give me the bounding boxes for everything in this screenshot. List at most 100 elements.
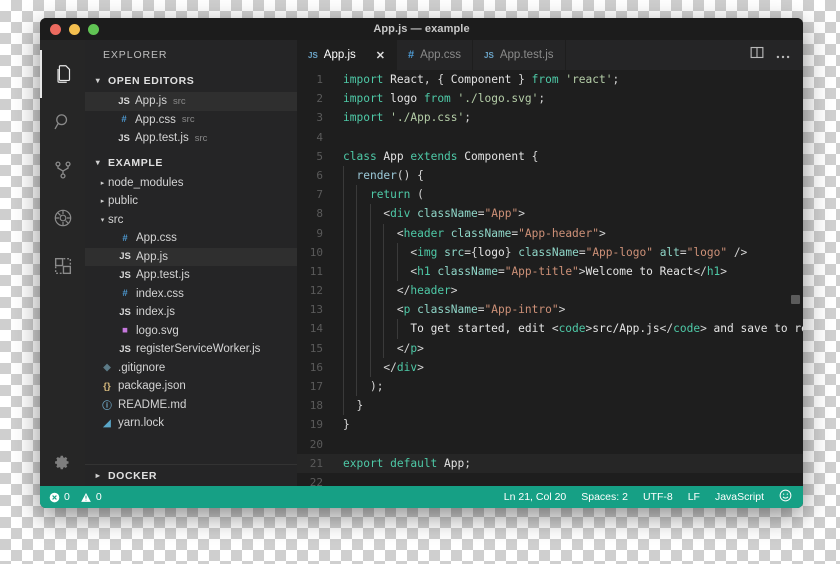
ellipsis-icon[interactable]	[776, 46, 790, 64]
line-number: 1	[297, 70, 341, 89]
tab-app-js[interactable]: JS App.js ✕	[297, 40, 397, 70]
line-number: 4	[297, 128, 341, 147]
window-controls	[40, 24, 99, 35]
minimize-window-button[interactable]	[69, 24, 80, 35]
tree-item-package-json[interactable]: {} package.json	[85, 377, 297, 396]
line-content: render() {	[341, 166, 424, 185]
section-docker[interactable]: ▸ DOCKER	[85, 464, 297, 486]
tree-item-yarn-lock[interactable]: ◢ yarn.lock	[85, 414, 297, 433]
code-token: >	[579, 265, 586, 278]
smiley-icon[interactable]	[779, 489, 792, 505]
tree-item-src[interactable]: ▾ src	[85, 211, 297, 230]
lock-icon: ◢	[99, 418, 115, 429]
code-token: className	[518, 246, 579, 259]
code-token: To get started, edit	[410, 322, 551, 335]
indent-guide	[343, 281, 344, 300]
code-line: 20	[297, 435, 803, 454]
sidebar-title: EXPLORER	[85, 40, 297, 70]
code-token: className	[417, 207, 478, 220]
sidebar-explorer: EXPLORER ▾ OPEN EDITORS JS App.js src # …	[85, 40, 297, 486]
tab-app-css[interactable]: # App.css	[397, 40, 473, 70]
editor-scrollbar[interactable]	[791, 295, 800, 304]
activity-item-source-control[interactable]	[40, 146, 85, 194]
status-cursor-position[interactable]: Ln 21, Col 20	[504, 491, 566, 503]
line-content: </div>	[341, 358, 424, 377]
tree-item-label: README.md	[118, 399, 186, 411]
code-token: >	[700, 322, 713, 335]
code-token: ;	[464, 111, 471, 124]
status-problems[interactable]: 0 0	[49, 491, 102, 503]
code-token: Component	[464, 150, 525, 163]
js-icon: JS	[117, 344, 133, 355]
tree-item-app-test-js[interactable]: JS App.test.js	[85, 266, 297, 285]
markdown-icon: ⓘ	[99, 398, 115, 412]
indent-guide	[370, 243, 371, 262]
warning-icon	[80, 492, 92, 503]
js-icon: JS	[484, 51, 494, 60]
status-encoding[interactable]: UTF-8	[643, 491, 673, 503]
code-line: 14 To get started, edit <code>src/App.js…	[297, 319, 803, 338]
code-token: './App.css'	[390, 111, 464, 124]
indent-guide	[370, 204, 371, 223]
status-language-mode[interactable]: JavaScript	[715, 491, 764, 503]
tree-item-logo-svg[interactable]: ■ logo.svg	[85, 322, 297, 341]
section-example[interactable]: ▾ EXAMPLE	[85, 152, 297, 174]
editor-actions	[750, 40, 803, 70]
warning-count: 0	[96, 491, 102, 503]
tree-item-app-css[interactable]: # App.css	[85, 229, 297, 248]
indent-guide	[356, 204, 357, 223]
indent-guide	[397, 319, 398, 338]
tree-item-app-js[interactable]: JS App.js	[85, 248, 297, 267]
code-token: "App-title"	[505, 265, 579, 278]
open-editor-app-test-js[interactable]: JS App.test.js src	[85, 129, 297, 148]
indent-guide	[383, 339, 384, 358]
status-indentation[interactable]: Spaces: 2	[581, 491, 628, 503]
code-token: class	[343, 150, 383, 163]
code-line: 10 <img src={logo} className="App-logo" …	[297, 243, 803, 262]
section-open-editors[interactable]: ▾ OPEN EDITORS	[85, 70, 297, 92]
tab-label: App.test.js	[500, 49, 554, 61]
code-token: >	[720, 265, 727, 278]
chevron-right-icon: ▸	[93, 472, 103, 480]
tree-item-register-service-worker-js[interactable]: JS registerServiceWorker.js	[85, 340, 297, 359]
open-editor-path: src	[173, 96, 186, 107]
tree-item-public[interactable]: ▸ public	[85, 192, 297, 211]
code-token: import	[343, 73, 390, 86]
activity-item-settings[interactable]	[40, 438, 85, 486]
status-eol[interactable]: LF	[688, 491, 700, 503]
indent-guide	[370, 319, 371, 338]
code-token: "App-intro"	[485, 303, 559, 316]
code-token: <	[397, 303, 404, 316]
open-editor-app-css[interactable]: # App.css src	[85, 111, 297, 130]
activity-bar	[40, 40, 85, 486]
activity-item-search[interactable]	[40, 98, 85, 146]
css-icon: #	[117, 288, 133, 299]
close-icon[interactable]: ✕	[376, 49, 385, 62]
activity-item-debug[interactable]	[40, 194, 85, 242]
open-editor-app-js[interactable]: JS App.js src	[85, 92, 297, 111]
maximize-window-button[interactable]	[88, 24, 99, 35]
activity-item-extensions[interactable]	[40, 242, 85, 290]
line-content: }	[341, 396, 363, 415]
activity-item-explorer[interactable]	[40, 50, 85, 98]
code-editor[interactable]: 1import React, { Component } from 'react…	[297, 70, 803, 486]
tab-app-test-js[interactable]: JS App.test.js	[473, 40, 566, 70]
tree-item-index-js[interactable]: JS index.js	[85, 303, 297, 322]
code-token: }	[343, 418, 350, 431]
tree-item-gitignore[interactable]: ◆ .gitignore	[85, 359, 297, 378]
indent-guide	[370, 339, 371, 358]
tree-item-label: src	[108, 214, 123, 226]
code-token: className	[437, 265, 498, 278]
open-editor-name: App.css	[135, 114, 176, 126]
tree-item-readme-md[interactable]: ⓘ README.md	[85, 396, 297, 415]
close-window-button[interactable]	[50, 24, 61, 35]
code-line: 17 );	[297, 377, 803, 396]
tree-item-label: package.json	[118, 380, 186, 392]
line-number: 8	[297, 204, 341, 223]
tree-item-index-css[interactable]: # index.css	[85, 285, 297, 304]
code-line: 21export default App;	[297, 454, 803, 473]
indent-guide	[356, 224, 357, 243]
split-editor-icon[interactable]	[750, 46, 764, 64]
tree-item-node-modules[interactable]: ▸ node_modules	[85, 174, 297, 193]
code-token: () {	[397, 169, 424, 182]
